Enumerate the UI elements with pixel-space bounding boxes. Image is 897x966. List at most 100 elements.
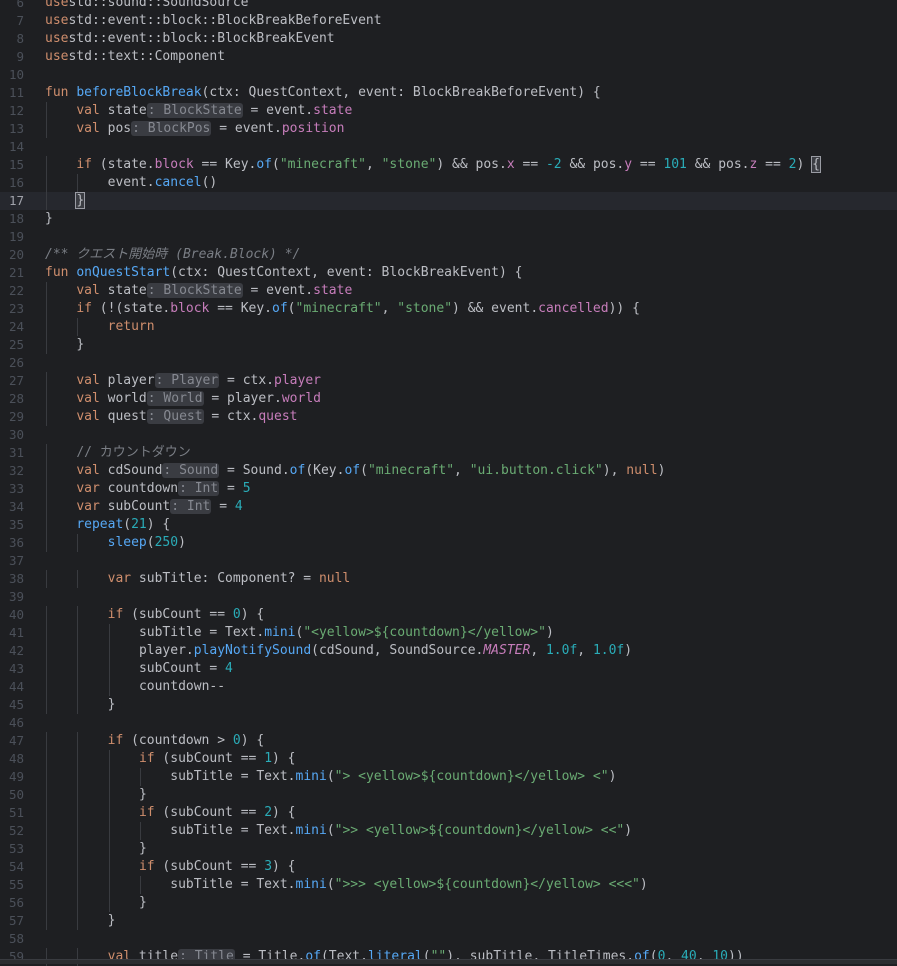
code-token: val	[76, 121, 100, 136]
line-number: 39	[8, 589, 24, 604]
code-line[interactable]: 31 // カウントダウン	[0, 444, 897, 462]
code-token: "ui.button.click"	[469, 463, 603, 478]
indent-guide	[46, 444, 47, 462]
indent-guide	[77, 660, 79, 678]
code-line[interactable]: 50}	[0, 786, 897, 804]
code-text: fun onQuestStart(ctx: QuestContext, even…	[45, 264, 522, 282]
code-line[interactable]: 18}	[0, 210, 897, 228]
type-hint: : Int	[178, 481, 220, 496]
code-line[interactable]: 37	[0, 552, 897, 570]
code-line[interactable]: 20 /** クエスト開始時 (Break.Block) */	[0, 246, 897, 264]
code-line[interactable]: 54 if (subCount == 3) {	[0, 858, 897, 876]
code-line[interactable]: 47 if (countdown > 0) {	[0, 732, 897, 750]
code-line[interactable]: 19	[0, 228, 897, 246]
code-token: playNotifySound	[193, 643, 312, 658]
code-text: player.playNotifySound(cdSound, SoundSou…	[139, 642, 632, 660]
code-token: = player.	[203, 391, 282, 406]
code-token: val	[76, 391, 100, 406]
code-line[interactable]: 25}	[0, 336, 897, 354]
horizontal-scrollbar[interactable]	[0, 959, 897, 964]
code-line[interactable]: 41 subTitle = Text.mini("<yellow>${countd…	[0, 624, 897, 642]
code-line[interactable]: 34 var subCount: Int = 4	[0, 498, 897, 516]
code-line[interactable]: 9 usestd::text::Component	[0, 48, 897, 66]
code-line[interactable]: 36 sleep(250)	[0, 534, 897, 552]
line-number: 47	[8, 733, 24, 748]
code-token: mini	[295, 823, 327, 838]
code-token: "stone"	[397, 301, 453, 316]
code-text: subTitle = Text.mini(">>> <yellow>${coun…	[170, 876, 647, 894]
code-line[interactable]: 48 if (subCount == 1) {	[0, 750, 897, 768]
code-line[interactable]: 35 repeat(21) {	[0, 516, 897, 534]
code-line[interactable]: 13 val pos: BlockPos = event.position	[0, 120, 897, 138]
code-line[interactable]: 15 if (state.block == Key.of("minecraft",…	[0, 156, 897, 174]
code-token: player	[274, 373, 321, 388]
code-line[interactable]: 43 subCount = 4	[0, 660, 897, 678]
line-number: 57	[8, 913, 24, 928]
indent-guide	[46, 462, 47, 480]
code-token: "> <yellow>${countdown}</yellow> <"	[334, 769, 609, 784]
code-line[interactable]: 53}	[0, 840, 897, 858]
code-line[interactable]: 23 if (!(state.block == Key.of("minecraft…	[0, 300, 897, 318]
code-line[interactable]: 29 val quest: Quest = ctx.quest	[0, 408, 897, 426]
code-line[interactable]: 40 if (subCount == 0) {	[0, 606, 897, 624]
code-token: sleep	[107, 535, 147, 550]
code-token: 0	[232, 607, 241, 622]
code-line[interactable]: 12 val state: BlockState = event.state	[0, 102, 897, 120]
code-token: = ctx.	[219, 373, 275, 388]
code-line[interactable]: 21 fun onQuestStart(ctx: QuestContext, ev…	[0, 264, 897, 282]
code-line[interactable]: 38 var subTitle: Component? = null	[0, 570, 897, 588]
code-line[interactable]: 30	[0, 426, 897, 444]
indent-guide	[77, 750, 79, 768]
code-token: (Key.	[305, 463, 345, 478]
code-line[interactable]: 28 val world: World = player.world	[0, 390, 897, 408]
code-line[interactable]: 32 val cdSound: Sound = Sound.of(Key.of("…	[0, 462, 897, 480]
code-line[interactable]: 7 usestd::event::block::BlockBreakBeforeE…	[0, 12, 897, 30]
code-line[interactable]: 27 val player: Player = ctx.player	[0, 372, 897, 390]
line-number: 10	[8, 67, 24, 82]
code-line[interactable]: 58	[0, 930, 897, 948]
code-token: (	[326, 823, 335, 838]
code-line[interactable]: 8 usestd::event::block::BlockBreakEvent	[0, 30, 897, 48]
code-line[interactable]: 39	[0, 588, 897, 606]
code-token: )	[639, 877, 648, 892]
code-line[interactable]: 22 val state: BlockState = event.state	[0, 282, 897, 300]
code-line[interactable]: 24 return	[0, 318, 897, 336]
code-line[interactable]: 45}	[0, 696, 897, 714]
indent-guide	[46, 750, 47, 768]
code-line[interactable]: 17}	[0, 192, 897, 210]
code-token: of	[256, 157, 273, 172]
line-number: 23	[8, 301, 24, 316]
code-line[interactable]: 6 usestd::sound::SoundSource	[0, 0, 897, 12]
code-line[interactable]: 44 countdown--	[0, 678, 897, 696]
code-line[interactable]: 52 subTitle = Text.mini(">> <yellow>${cou…	[0, 822, 897, 840]
code-line[interactable]: 26	[0, 354, 897, 372]
code-line[interactable]: 42 player.playNotifySound(cdSound, SoundS…	[0, 642, 897, 660]
code-line[interactable]: 16 event.cancel()	[0, 174, 897, 192]
code-line[interactable]: 49 subTitle = Text.mini("> <yellow>${coun…	[0, 768, 897, 786]
code-token: 1	[264, 751, 273, 766]
code-token: null	[626, 463, 658, 478]
code-token: (subCount ==	[154, 805, 265, 820]
code-line[interactable]: 33 var countdown: Int = 5	[0, 480, 897, 498]
code-token: ) {	[146, 517, 171, 532]
code-editor[interactable]: 6 usestd::sound::SoundSource 7 usestd::even…	[0, 0, 897, 966]
code-token: -2	[545, 157, 562, 172]
code-line[interactable]: 57}	[0, 912, 897, 930]
code-line[interactable]: 46	[0, 714, 897, 732]
indent-guide	[139, 876, 141, 894]
code-line[interactable]: 11 fun beforeBlockBreak(ctx: QuestContext…	[0, 84, 897, 102]
code-line[interactable]: 51 if (subCount == 2) {	[0, 804, 897, 822]
code-line[interactable]: 10	[0, 66, 897, 84]
code-line[interactable]: 56}	[0, 894, 897, 912]
code-line[interactable]: 55 subTitle = Text.mini(">>> <yellow>${co…	[0, 876, 897, 894]
code-line[interactable]: 14	[0, 138, 897, 156]
code-token: 5	[242, 481, 251, 496]
indent-guide	[46, 786, 47, 804]
indent-guide	[77, 732, 79, 750]
code-token: = event.	[242, 283, 314, 298]
code-token: std::event::block::BlockBreakBeforeEvent	[68, 13, 382, 28]
indent-guide	[46, 768, 47, 786]
code-token: world	[99, 391, 147, 406]
indent-guide	[77, 804, 79, 822]
indent-guide	[77, 318, 79, 336]
